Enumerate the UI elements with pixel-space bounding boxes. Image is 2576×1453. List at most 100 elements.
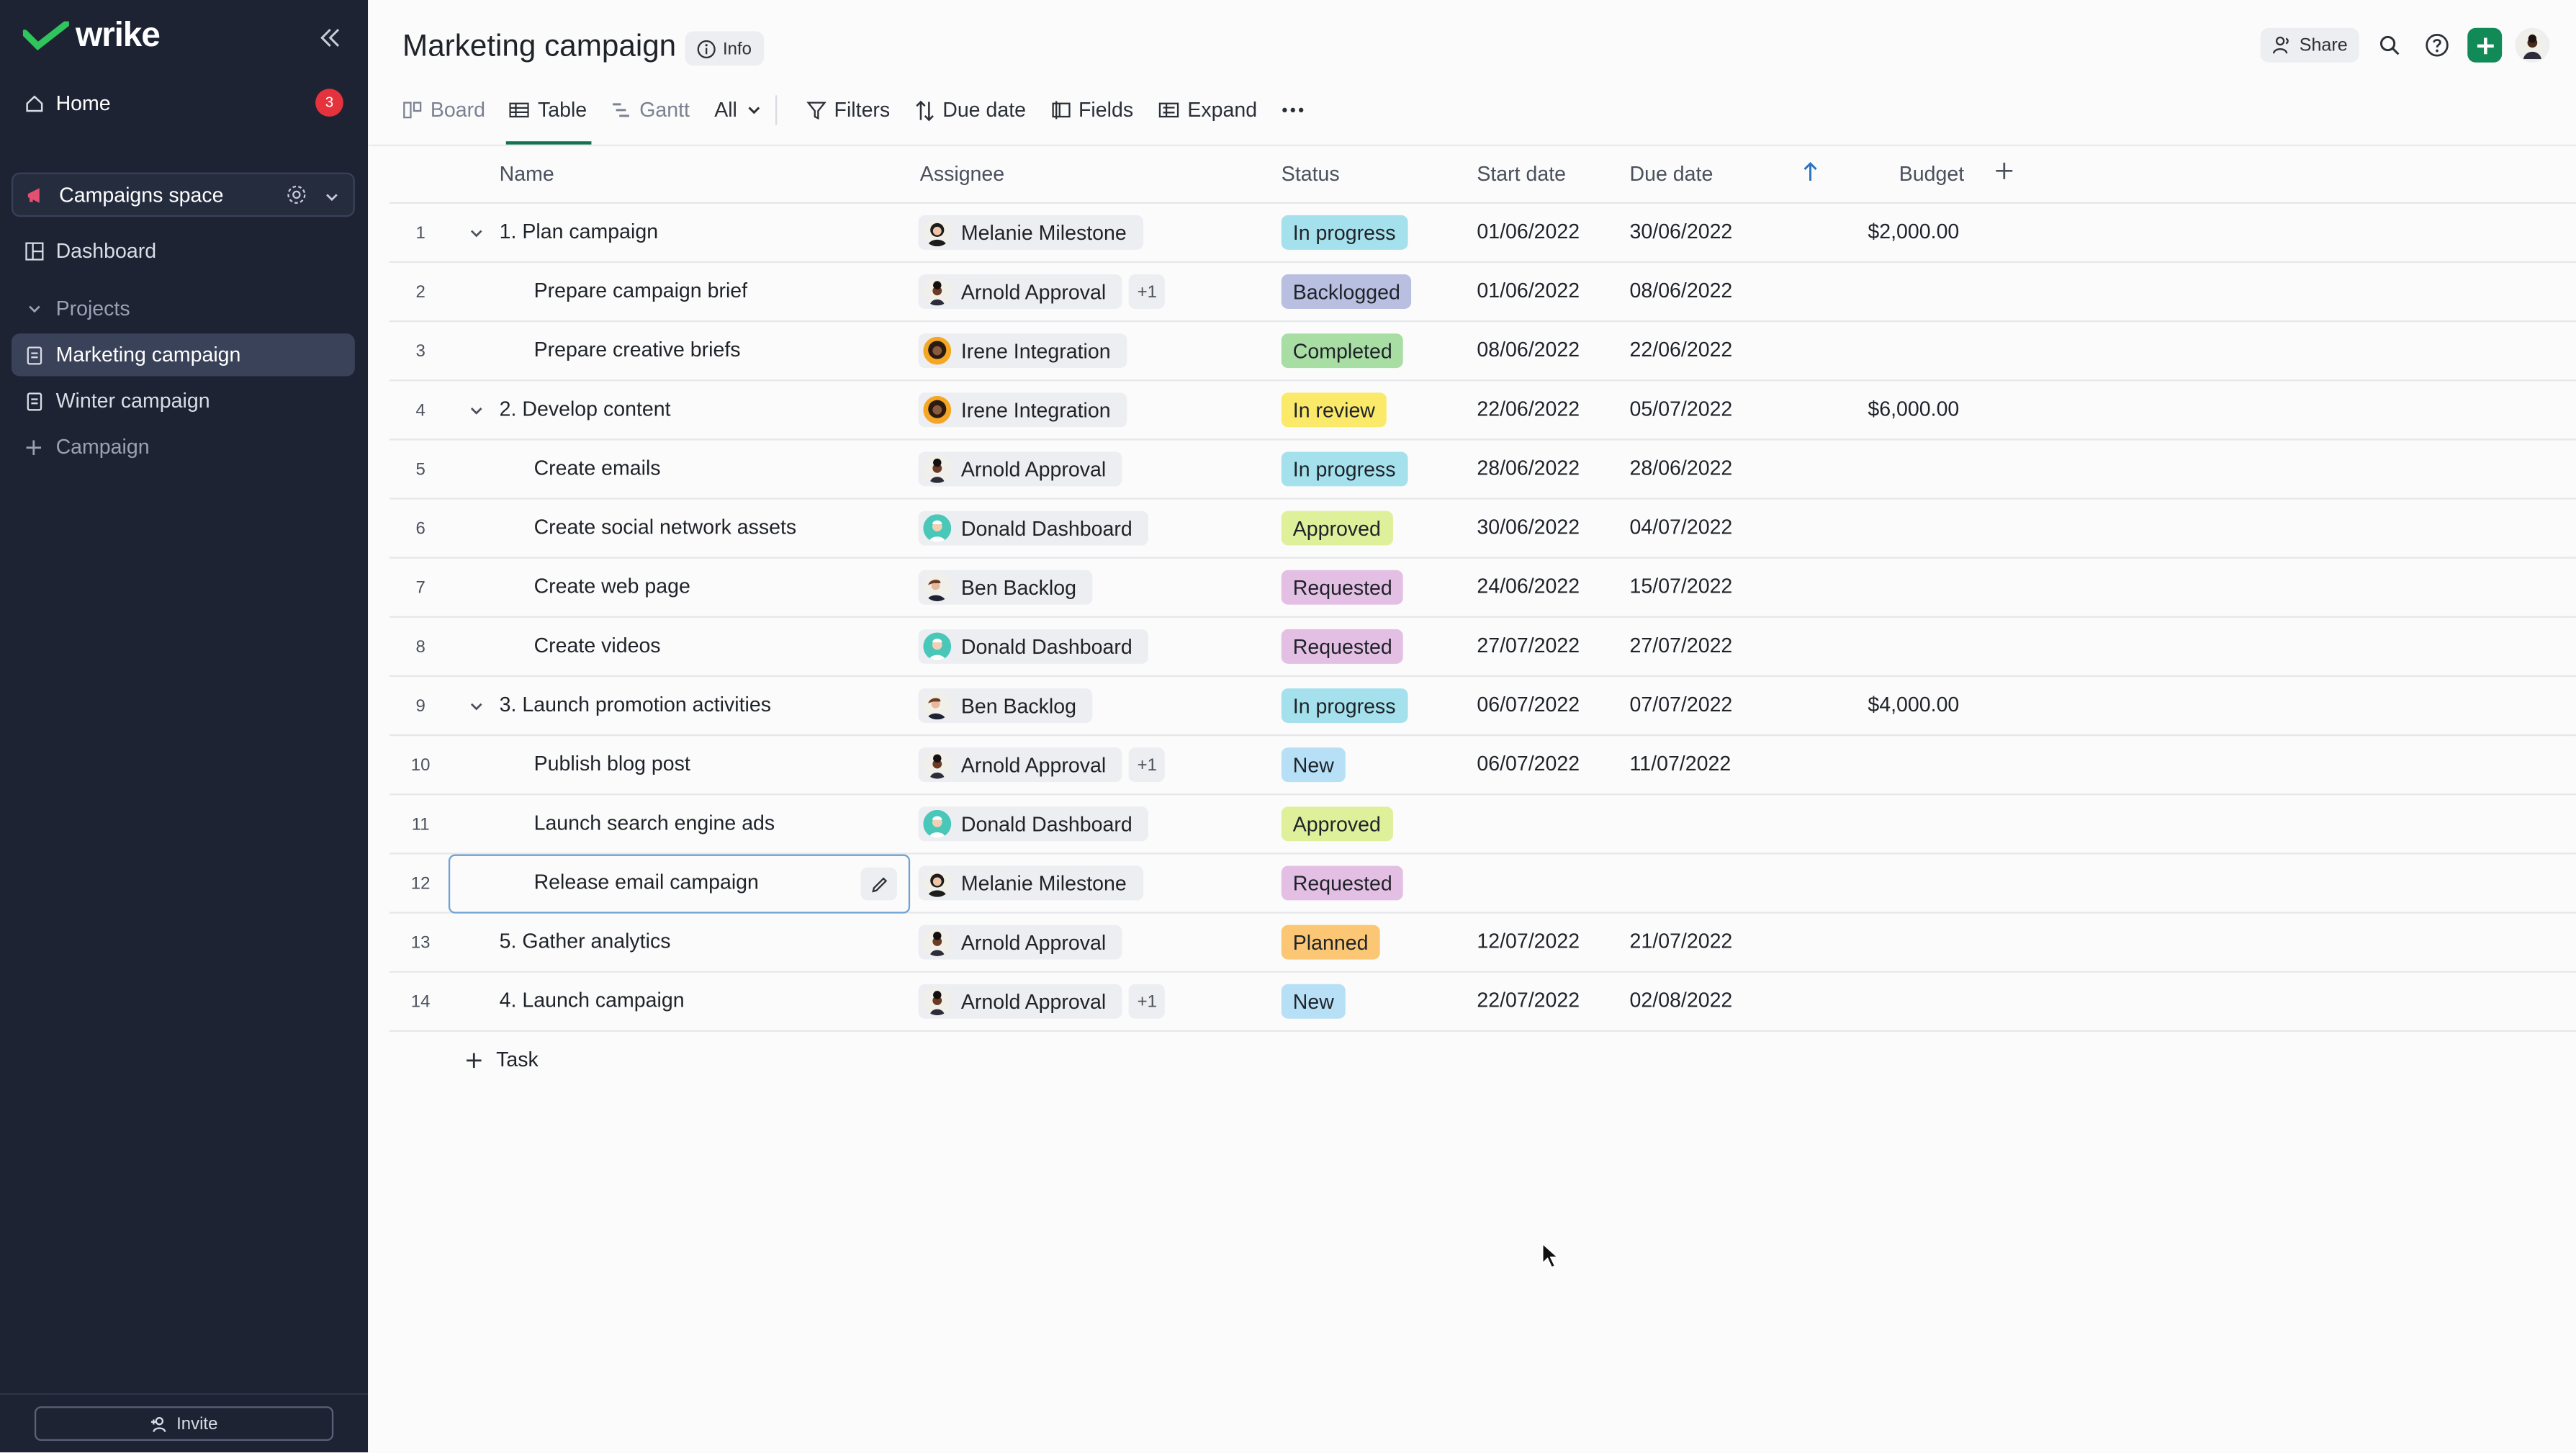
task-name[interactable]: Release email campaign (534, 871, 759, 894)
sidebar-item-marketing-campaign[interactable]: Marketing campaign (11, 333, 355, 377)
more-assignees-badge[interactable]: +1 (1129, 274, 1166, 309)
sidebar-item-projects[interactable]: Projects (12, 287, 355, 330)
status-badge[interactable]: Approved (1281, 806, 1392, 842)
share-button[interactable]: Share (2259, 27, 2359, 63)
status-badge[interactable]: Requested (1281, 570, 1404, 605)
filter-scope-dropdown[interactable]: All (714, 94, 762, 127)
due-date[interactable]: 07/07/2022 (1630, 693, 1733, 716)
due-date[interactable]: 04/07/2022 (1630, 516, 1733, 539)
budget-value[interactable]: $2,000.00 (1868, 220, 1959, 243)
space-selector[interactable]: Campaigns space (11, 172, 355, 217)
status-badge[interactable]: Backlogged (1281, 274, 1412, 309)
start-date[interactable]: 30/06/2022 (1477, 516, 1580, 539)
invite-button[interactable]: Invite (34, 1406, 334, 1441)
add-task-button[interactable]: Task (465, 1048, 539, 1071)
add-column-icon[interactable] (1994, 161, 2014, 186)
more-assignees-badge[interactable]: +1 (1129, 747, 1166, 783)
table-row[interactable]: 10 Publish blog post Arnold Approval +1 N… (389, 736, 2576, 796)
sidebar-item-add-campaign[interactable]: Campaign (12, 426, 355, 468)
due-date[interactable]: 30/06/2022 (1630, 220, 1733, 243)
assignee-cell[interactable]: Donald Dashboard (918, 510, 1149, 546)
table-row[interactable]: 4 2. Develop content Irene Integration In… (389, 381, 2576, 441)
search-icon[interactable] (2372, 28, 2407, 63)
avatar[interactable] (2515, 27, 2550, 63)
edit-pencil-icon[interactable] (860, 867, 897, 901)
chevron-down-icon[interactable] (468, 401, 485, 424)
due-date[interactable]: 11/07/2022 (1630, 752, 1731, 775)
help-icon[interactable] (2420, 28, 2454, 63)
due-date[interactable]: 27/07/2022 (1630, 634, 1733, 657)
column-header-name[interactable]: Name (500, 163, 554, 186)
table-row[interactable]: 3 Prepare creative briefs Irene Integrati… (389, 322, 2576, 382)
sort-button[interactable]: Due date (914, 94, 1026, 127)
column-header-assignee[interactable]: Assignee (920, 163, 1004, 186)
task-name[interactable]: 5. Gather analytics (500, 930, 671, 953)
assignee-chip[interactable]: Ben Backlog (918, 688, 1093, 723)
column-header-budget[interactable]: Budget (1899, 163, 1964, 186)
gear-icon[interactable] (286, 184, 307, 211)
start-date[interactable]: 01/06/2022 (1477, 220, 1580, 243)
assignee-chip[interactable]: Irene Integration (918, 392, 1127, 428)
sidebar-item-winter-campaign[interactable]: Winter campaign (12, 379, 355, 422)
fields-button[interactable]: Fields (1050, 94, 1133, 127)
start-date[interactable]: 12/07/2022 (1477, 930, 1580, 953)
assignee-chip[interactable]: Arnold Approval (918, 984, 1123, 1019)
more-options-icon[interactable] (1282, 94, 1305, 127)
due-date[interactable]: 21/07/2022 (1630, 930, 1733, 953)
status-badge[interactable]: In progress (1281, 451, 1408, 487)
assignee-cell[interactable]: Donald Dashboard (918, 806, 1149, 842)
expand-button[interactable]: Expand (1158, 94, 1257, 127)
assignee-chip[interactable]: Arnold Approval (918, 451, 1123, 487)
task-name[interactable]: 4. Launch campaign (500, 989, 685, 1012)
wrike-logo[interactable]: wrike (22, 17, 161, 56)
task-name[interactable]: Prepare creative briefs (534, 338, 741, 361)
due-date[interactable]: 15/07/2022 (1630, 575, 1733, 598)
assignee-cell[interactable]: Arnold Approval (918, 451, 1123, 487)
status-badge[interactable]: Requested (1281, 865, 1404, 901)
assignee-cell[interactable]: Arnold Approval +1 (918, 747, 1166, 783)
assignee-cell[interactable]: Arnold Approval +1 (918, 274, 1166, 309)
due-date[interactable]: 02/08/2022 (1630, 989, 1733, 1012)
table-row[interactable]: 11 Launch search engine ads Donald Dashbo… (389, 795, 2576, 855)
start-date[interactable]: 28/06/2022 (1477, 456, 1580, 480)
info-button[interactable]: Info (685, 31, 763, 66)
column-header-due-date[interactable]: Due date (1630, 163, 1713, 186)
chevron-down-icon[interactable] (468, 223, 485, 246)
more-assignees-badge[interactable]: +1 (1129, 984, 1166, 1019)
status-badge[interactable]: New (1281, 747, 1346, 783)
create-button[interactable] (2467, 27, 2503, 63)
table-row[interactable]: 14 4. Launch campaign Arnold Approval +1 … (389, 973, 2576, 1032)
sidebar-item-dashboard[interactable]: Dashboard (12, 230, 355, 272)
start-date[interactable]: 08/06/2022 (1477, 338, 1580, 361)
column-header-start-date[interactable]: Start date (1477, 163, 1566, 186)
chevron-down-icon[interactable] (468, 696, 485, 719)
assignee-cell[interactable]: Donald Dashboard (918, 629, 1149, 664)
start-date[interactable]: 06/07/2022 (1477, 693, 1580, 716)
status-badge[interactable]: Completed (1281, 333, 1404, 369)
assignee-chip[interactable]: Donald Dashboard (918, 629, 1149, 664)
chevron-down-icon[interactable] (324, 187, 341, 210)
assignee-chip[interactable]: Ben Backlog (918, 570, 1093, 605)
assignee-chip[interactable]: Donald Dashboard (918, 806, 1149, 842)
task-name[interactable]: Create emails (534, 456, 661, 480)
assignee-cell[interactable]: Ben Backlog (918, 688, 1093, 723)
status-badge[interactable]: Requested (1281, 629, 1404, 664)
assignee-chip[interactable]: Melanie Milestone (918, 215, 1143, 250)
task-name[interactable]: Launch search engine ads (534, 811, 775, 835)
table-row[interactable]: 12 Release email campaign Melanie Milesto… (389, 854, 2576, 914)
budget-value[interactable]: $4,000.00 (1868, 693, 1959, 716)
filters-button[interactable]: Filters (806, 94, 890, 127)
table-row[interactable]: 9 3. Launch promotion activities Ben Back… (389, 677, 2576, 737)
tab-table[interactable]: Table (506, 94, 592, 145)
due-date[interactable]: 28/06/2022 (1630, 456, 1733, 480)
start-date[interactable]: 22/07/2022 (1477, 989, 1580, 1012)
assignee-cell[interactable]: Arnold Approval +1 (918, 984, 1166, 1019)
table-row[interactable]: 7 Create web page Ben Backlog Requested 24… (389, 559, 2576, 618)
assignee-chip[interactable]: Arnold Approval (918, 747, 1123, 783)
assignee-cell[interactable]: Melanie Milestone (918, 215, 1143, 250)
start-date[interactable]: 27/07/2022 (1477, 634, 1580, 657)
start-date[interactable]: 24/06/2022 (1477, 575, 1580, 598)
due-date[interactable]: 22/06/2022 (1630, 338, 1733, 361)
table-row[interactable]: 2 Prepare campaign brief Arnold Approval … (389, 263, 2576, 323)
table-row[interactable]: 6 Create social network assets Donald Das… (389, 500, 2576, 559)
